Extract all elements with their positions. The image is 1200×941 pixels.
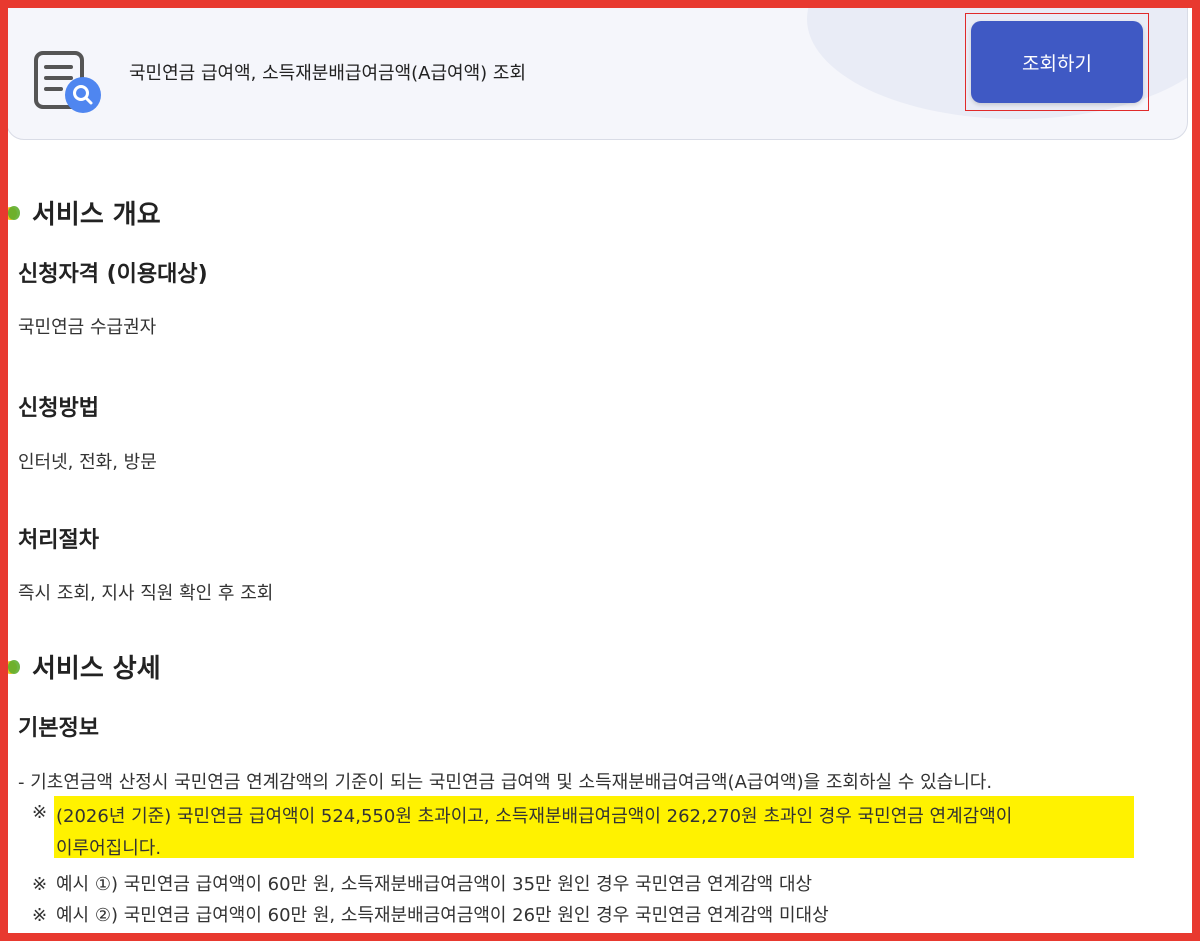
basic-info-title: 기본정보 <box>18 716 99 741</box>
section-title: 서비스 개요 <box>32 200 161 230</box>
service-card: 국민연금 급여액, 소득재분배급여금액(A급여액) 조회 조회하기 <box>8 8 1188 140</box>
section-overview-heading: 서비스 개요 <box>8 194 161 231</box>
document-search-icon <box>34 51 101 113</box>
highlight-note-mark: ※ <box>32 802 48 823</box>
highlight-line-2: 이루어집니다. <box>56 838 162 859</box>
example-1: ※ 예시 ①) 국민연금 급여액이 60만 원, 소득재분배급여금액이 35만 원… <box>32 874 813 895</box>
method-text: 인터넷, 전화, 방문 <box>18 452 157 473</box>
lookup-button[interactable]: 조회하기 <box>971 21 1143 103</box>
highlight-line-1: (2026년 기준) 국민연금 급여액이 524,550원 초과이고, 소득재분… <box>56 806 1013 827</box>
service-title: 국민연금 급여액, 소득재분배급여금액(A급여액) 조회 <box>129 63 527 84</box>
eligibility-title: 신청자격 (이용대상) <box>18 262 208 287</box>
bullet-icon <box>8 204 22 222</box>
example-2: ※ 예시 ②) 국민연금 급여액이 60만 원, 소득재분배금여금액이 26만 원… <box>32 905 829 926</box>
section-title: 서비스 상세 <box>32 654 161 684</box>
detail-description: - 기초연금액 산정시 국민연금 연계감액의 기준이 되는 국민연금 급여액 및… <box>18 772 993 793</box>
procedure-text: 즉시 조회, 지사 직원 확인 후 조회 <box>18 583 274 604</box>
eligibility-text: 국민연금 수급권자 <box>18 317 157 338</box>
method-title: 신청방법 <box>18 396 99 421</box>
page-content: 국민연금 급여액, 소득재분배급여금액(A급여액) 조회 조회하기 서비스 개요… <box>8 8 1192 933</box>
procedure-title: 처리절차 <box>18 528 99 553</box>
bullet-icon <box>8 658 22 676</box>
section-detail-heading: 서비스 상세 <box>8 648 161 685</box>
